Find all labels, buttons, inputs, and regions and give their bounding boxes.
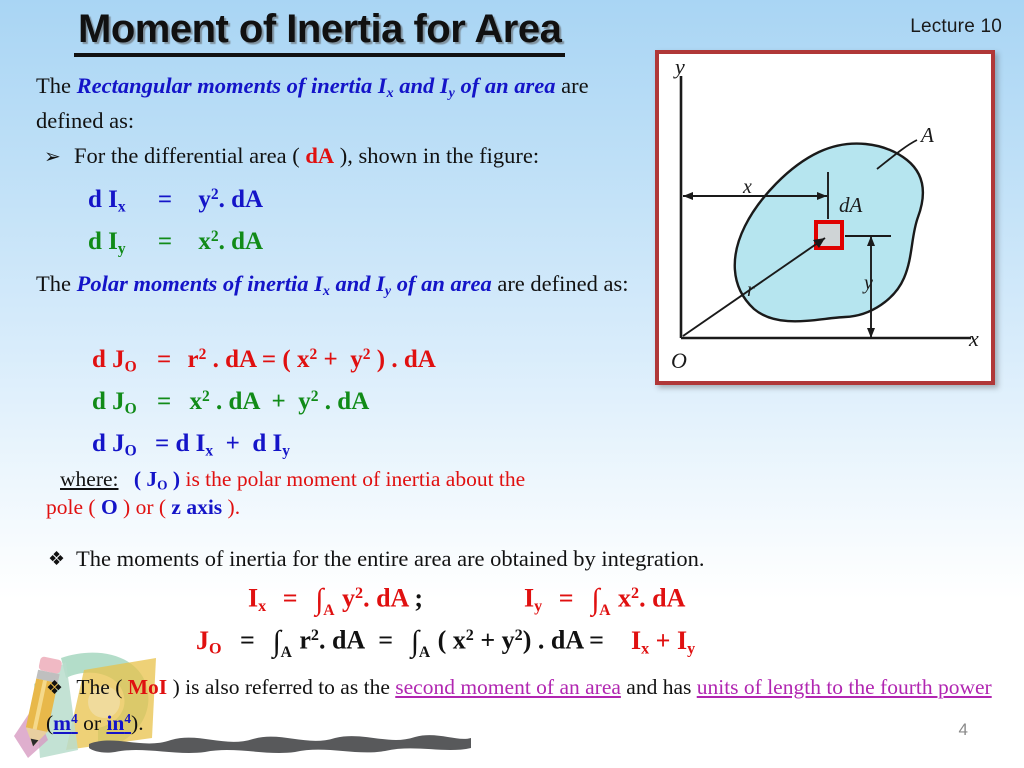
equation-Jo-integral: JO = ∫A r2. dA = ∫A ( x2 + y2) . dA = Ix…: [196, 625, 696, 662]
equation-dIy: d Iy = x2. dA: [88, 228, 264, 258]
diff-area-text-b: ), shown in the figure:: [334, 143, 540, 168]
diff-area-text-a: For the differential area (: [74, 143, 306, 168]
footnote-text-a: The (: [76, 675, 128, 699]
moment-of-inertia-figure: A x dA y r y x O: [655, 50, 995, 385]
intro-paragraph: The Rectangular moments of inertia Ix an…: [36, 72, 636, 134]
unit-m4: m4: [53, 710, 78, 735]
equation-dJo-2: d JO = x2 . dA + y2 . dA: [92, 388, 370, 418]
where-line-2: pole ( O ) or ( z axis ).: [46, 494, 240, 520]
label-x-axis: x: [968, 326, 979, 351]
label-y-dim: y: [862, 272, 873, 294]
unit-in4: in4: [106, 710, 132, 735]
label-dA: dA: [839, 193, 863, 217]
pole-O-symbol: O: [100, 495, 118, 519]
polar-lead: The: [36, 271, 77, 296]
integration-statement: The moments of inertia for the entire ar…: [76, 546, 705, 571]
equation-dJo-1: d JO = r2 . dA = ( x2 + y2 ) . dA: [92, 346, 436, 376]
where-pole-a: pole (: [46, 495, 101, 519]
intro-emphasis: Rectangular moments of inertia Ix and Iy…: [76, 73, 556, 101]
label-r: r: [747, 279, 755, 301]
semicolon-separator: ;: [414, 583, 424, 613]
intro-lead: The: [36, 73, 77, 98]
page-title: Moment of Inertia for Area: [74, 6, 566, 57]
Jo-result: Ix + Iy: [630, 625, 696, 658]
label-x-dim: x: [742, 176, 752, 198]
lecture-label: Lecture 10: [910, 16, 1002, 37]
differential-area-line: For the differential area ( dA ), shown …: [74, 142, 634, 169]
integral-sign-icon-3: ∫A: [272, 625, 292, 662]
footnote-text-e: ).: [131, 710, 144, 735]
Jo-symbol: ( JO ): [133, 467, 181, 493]
label-origin: O: [671, 348, 687, 373]
where-pole-c: ).: [222, 495, 241, 519]
where-pole-b: ) or (: [117, 495, 172, 519]
second-moment-link[interactable]: second moment of an area: [395, 675, 621, 699]
polar-tail: are defined as:: [491, 271, 629, 296]
equation-Ix-integral: Ix = ∫A y2. dA ; Iy = ∫A x2. dA: [248, 583, 686, 620]
z-axis-symbol: z axis: [171, 495, 223, 519]
figure-svg: A x dA y r y x O: [671, 54, 979, 373]
footnote-text-b: ) is also referred to as the: [167, 675, 396, 699]
units-of-length-link[interactable]: units of length to the fourth power: [697, 675, 992, 699]
x-dim-arrow-left: [683, 192, 693, 200]
moi-abbrev: MoI: [127, 675, 168, 699]
diamond-bullet-icon-2: ❖: [46, 678, 64, 699]
dA-symbol: dA: [305, 143, 335, 168]
integral-sign-icon-4: ∫A: [410, 625, 431, 662]
slide-root: Lecture 10 Moment of Inertia for Area Th…: [0, 0, 1024, 768]
equation-dIx: d Ix = y2. dA: [88, 186, 264, 216]
integral-sign-icon-2: ∫A: [591, 583, 611, 620]
integral-sign-icon-1: ∫A: [315, 583, 335, 620]
equation-dJo-3: d JO = d Ix + d Iy: [92, 430, 290, 460]
label-A: A: [919, 123, 934, 147]
polar-emphasis: Polar moments of inertia Ix and Iy of an…: [76, 271, 492, 299]
diamond-bullet-icon-1: ❖: [48, 549, 66, 570]
polar-intro-paragraph: The Polar moments of inertia Ix and Iy o…: [36, 270, 636, 305]
footnote-text-c: and has: [620, 675, 697, 699]
y-dim-arrow-bottom: [867, 328, 875, 338]
footnote-block: ❖ The ( MoI ) is also referred to as the…: [46, 672, 1006, 738]
label-y-axis: y: [673, 54, 685, 79]
where-keyword: where:: [60, 467, 119, 491]
where-text-1: is the polar moment of inertia about the: [180, 467, 526, 491]
footnote-or: or: [77, 710, 107, 735]
arrow-bullet-icon: ➢: [44, 146, 61, 168]
